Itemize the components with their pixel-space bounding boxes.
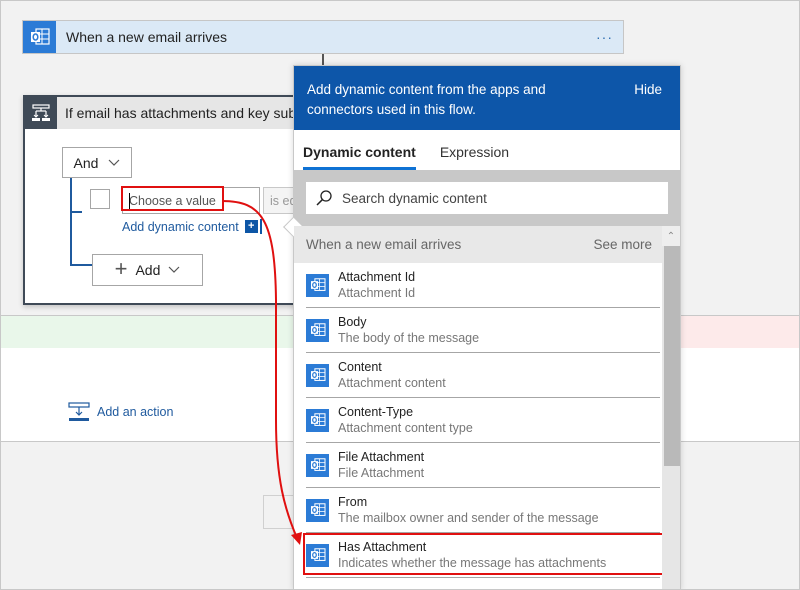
plus-icon: + xyxy=(114,256,128,281)
add-dynamic-content-label: Add dynamic content xyxy=(122,219,239,234)
chevron-down-icon xyxy=(168,266,180,273)
item-description: The body of the message xyxy=(338,330,480,345)
panel-description: Add dynamic content from the apps and co… xyxy=(307,82,546,117)
outlook-icon xyxy=(306,408,329,432)
scroll-up-icon[interactable]: ⌃ xyxy=(662,226,680,246)
item-name: Body xyxy=(338,314,367,329)
search-input[interactable] xyxy=(342,190,642,206)
dynamic-content-item[interactable]: Content-Type Attachment content type xyxy=(306,398,660,443)
item-name: Attachment Id xyxy=(338,269,416,284)
item-name: File Attachment xyxy=(338,449,425,464)
item-text: From The mailbox owner and sender of the … xyxy=(338,495,599,526)
add-an-action-label: Add an action xyxy=(97,405,174,419)
if-yes-branch-body xyxy=(0,348,295,442)
dynamic-content-item[interactable]: Content Attachment content xyxy=(306,353,660,398)
panel-header: Add dynamic content from the apps and co… xyxy=(294,66,680,130)
add-button[interactable]: + Add xyxy=(92,254,203,286)
dynamic-content-list: When a new email arrives See more Attach… xyxy=(294,226,680,590)
item-text: Content-Type Attachment content type xyxy=(338,405,473,436)
condition-header[interactable]: If email has attachments and key subj xyxy=(25,97,321,129)
item-name: Content-Type xyxy=(338,404,414,419)
chevron-down-icon xyxy=(109,159,120,166)
item-text: Has Attachment Indicates whether the mess… xyxy=(338,540,606,571)
outlook-icon xyxy=(306,543,329,567)
trigger-card-when-new-email-arrives[interactable]: When a new email arrives ··· xyxy=(22,20,624,54)
dynamic-content-item[interactable]: Attachment Id Attachment Id xyxy=(306,263,660,308)
see-more-link[interactable]: See more xyxy=(593,237,652,252)
add-label: Add xyxy=(135,262,161,278)
item-text: File Attachment File Attachment xyxy=(338,450,424,481)
scrollbar[interactable]: ⌃ xyxy=(662,226,680,590)
tree-line xyxy=(70,178,72,266)
item-name: Content xyxy=(338,359,382,374)
item-description: Indicates whether the message has attach… xyxy=(338,555,607,570)
search-icon xyxy=(316,190,332,206)
more-options-icon[interactable]: ··· xyxy=(596,29,613,45)
dynamic-content-item[interactable]: Body The body of the message xyxy=(306,308,660,353)
text-caret xyxy=(129,193,130,209)
outlook-icon xyxy=(306,273,329,297)
outlook-icon xyxy=(23,21,56,53)
item-text: Body The body of the message xyxy=(338,315,479,346)
choose-value-field[interactable] xyxy=(123,188,259,213)
divider xyxy=(259,219,262,234)
item-name: Has Attachment xyxy=(338,539,427,554)
row-checkbox[interactable] xyxy=(90,189,110,209)
tree-line xyxy=(70,211,82,213)
add-action-icon xyxy=(68,402,90,421)
dynamic-content-item[interactable]: Has Attachment Indicates whether the mess… xyxy=(303,533,666,578)
if-yes-branch-header xyxy=(0,316,295,348)
item-name: From xyxy=(338,494,368,509)
condition-card: If email has attachments and key subj An… xyxy=(23,95,323,305)
search-box[interactable] xyxy=(306,182,668,214)
trigger-title: When a new email arrives xyxy=(66,29,228,45)
tab-expression[interactable]: Expression xyxy=(440,144,509,170)
item-text: Content Attachment content xyxy=(338,360,446,391)
search-area xyxy=(294,170,680,226)
condition-icon xyxy=(25,97,57,129)
items-container: Attachment Id Attachment Id Body The body o… xyxy=(294,263,680,578)
add-an-action-link[interactable]: Add an action xyxy=(68,402,173,422)
item-description: Attachment Id xyxy=(338,285,416,300)
item-description: File Attachment xyxy=(338,465,425,480)
if-no-branch-body xyxy=(680,348,800,442)
outlook-icon xyxy=(306,498,329,522)
item-description: The mailbox owner and sender of the mess… xyxy=(338,510,599,525)
and-label: And xyxy=(73,154,99,171)
choose-value-input[interactable] xyxy=(122,187,260,214)
scrollbar-thumb[interactable] xyxy=(664,246,680,466)
hide-button[interactable]: Hide xyxy=(634,82,662,130)
and-dropdown[interactable]: And xyxy=(62,147,132,178)
item-text: Attachment Id Attachment Id xyxy=(338,270,415,301)
tree-line xyxy=(70,264,92,266)
if-no-branch-header xyxy=(680,316,800,348)
section-title: When a new email arrives xyxy=(306,237,462,252)
dynamic-content-panel: Add dynamic content from the apps and co… xyxy=(283,65,681,590)
add-dynamic-content-link[interactable]: Add dynamic content + xyxy=(122,219,262,234)
plus-icon: + xyxy=(244,220,258,233)
tab-dynamic-content[interactable]: Dynamic content xyxy=(303,144,416,170)
dynamic-content-item[interactable]: From The mailbox owner and sender of the … xyxy=(306,488,660,533)
section-header: When a new email arrives See more xyxy=(294,226,680,263)
outlook-icon xyxy=(306,363,329,387)
outlook-icon xyxy=(306,318,329,342)
panel-tabs: Dynamic content Expression xyxy=(294,130,680,170)
outlook-icon xyxy=(306,453,329,477)
item-description: Attachment content xyxy=(338,375,446,390)
dynamic-content-item[interactable]: File Attachment File Attachment xyxy=(306,443,660,488)
item-description: Attachment content type xyxy=(338,420,473,435)
condition-title: If email has attachments and key subj xyxy=(65,105,300,121)
